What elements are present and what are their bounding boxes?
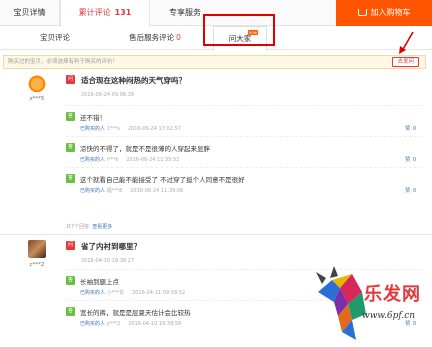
answerer-name: 小***花 — [106, 290, 125, 296]
answer-text: 还不错！ — [80, 114, 106, 122]
tab-item-details[interactable]: 宝贝详情 — [0, 0, 60, 26]
watermark-logo-text: 乐发网 — [364, 284, 421, 305]
answer-row: 答 这个就看自己能不能接受了 不过穿了挺个人同意不是很好 已购买的人 福***8… — [66, 167, 422, 197]
notice-text: 购买过的宝贝，必须选择有利于购买的评价！ — [8, 59, 119, 65]
answerer-tag: 已购买的人 — [80, 188, 106, 194]
useful-button[interactable]: 赞 0 — [405, 125, 416, 132]
answerer-tag: 已购买的人 — [80, 290, 106, 296]
answer-time: 2016-06-24 11:35:52 — [126, 157, 180, 163]
question-icon: 问 — [66, 241, 75, 250]
cart-icon — [357, 9, 367, 16]
useful-count: 0 — [412, 188, 416, 194]
asker-name: z***5 — [29, 96, 45, 102]
subtab-after-sales-count: 0 — [176, 33, 181, 42]
answer-meta: 已购买的人 y***2 2016-04-10 19:39:56 — [80, 320, 181, 327]
answerer-name: 1***s — [106, 126, 120, 132]
answer-meta: 已购买的人 小***花 2016-04-11 09:58:52 — [80, 289, 185, 296]
answer-text: 宽长的裤，就是是层夏天估计会比较热 — [80, 309, 191, 317]
answer-icon: 答 — [66, 143, 75, 152]
answer-time: 2016-06-24 11:39:06 — [130, 188, 184, 194]
tab-reviews-count: 131 — [114, 8, 132, 17]
answer-text: 凉快的不得了，就是不是很薄的人穿起来显胖 — [80, 145, 210, 153]
avatar — [28, 74, 46, 92]
answer-text: 这个就看自己能不能接受了 不过穿了挺个人同意不是很好 — [80, 176, 245, 184]
add-to-cart-button[interactable]: 加入购物车 — [336, 0, 432, 26]
add-to-cart-label: 加入购物车 — [370, 8, 411, 17]
highlight-box — [203, 14, 275, 46]
answer-row: 答 还不错！ 已购买的人 1***s 2016-06-24 17:02:57 赞… — [66, 105, 422, 135]
more-answers: 共7个回答 查看更多 — [66, 223, 112, 230]
question-divider — [0, 234, 432, 235]
answer-time: 2016-04-10 19:39:56 — [128, 321, 182, 327]
view-more-link[interactable]: 查看更多 — [92, 224, 112, 230]
answer-time: 2016-04-11 09:58:52 — [132, 290, 186, 296]
answer-icon: 答 — [66, 174, 75, 183]
answerer-name: y***2 — [106, 321, 121, 327]
answerer-tag: 已购买的人 — [80, 157, 106, 163]
avatar — [28, 240, 46, 258]
answerer-tag: 已购买的人 — [80, 126, 106, 132]
question-icon: 问 — [66, 75, 75, 84]
tab-reviews[interactable]: 累计评论 131 — [60, 0, 150, 27]
notice-bar: 购买过的宝贝，必须选择有利于购买的评价！ 去发问 — [3, 55, 426, 69]
answer-time: 2016-06-24 17:02:57 — [127, 126, 181, 132]
useful-button[interactable]: 赞 0 — [405, 156, 416, 163]
ask-question-button[interactable]: 去发问 — [392, 57, 419, 67]
answer-icon: 答 — [66, 307, 75, 316]
tab-reviews-label: 累计评论 — [78, 8, 111, 17]
answer-icon: 答 — [66, 276, 75, 285]
useful-count: 0 — [412, 126, 416, 132]
answerer-tag: 已购买的人 — [80, 321, 106, 327]
answer-meta: 已购买的人 i***k 2016-06-24 11:35:52 — [80, 156, 179, 163]
subtab-after-sales-label: 售后服务评论 — [129, 33, 175, 42]
question-title[interactable]: 省了内衬到哪里？ — [81, 241, 141, 252]
useful-button[interactable]: 赞 0 — [405, 187, 416, 194]
question-time: 2016-04-10 19:38:27 — [81, 258, 135, 264]
subtab-item-reviews[interactable]: 宝贝评论 — [25, 26, 85, 50]
answer-icon: 答 — [66, 112, 75, 121]
answerer-name: i***k — [106, 157, 119, 163]
question-time: 2016-06-24 09:06:39 — [81, 92, 135, 98]
answer-meta: 已购买的人 福***8 2016-06-24 11:39:06 — [80, 187, 183, 194]
useful-label: 赞 — [405, 126, 411, 132]
answer-text: 长袖到腿上点 — [80, 278, 119, 286]
question-title[interactable]: 适合现在这种闷热的天气穿吗？ — [81, 75, 186, 86]
answer-meta: 已购买的人 1***s 2016-06-24 17:02:57 — [80, 125, 181, 132]
asker-name: c***2 — [29, 262, 45, 268]
subtab-after-sales[interactable]: 售后服务评论 0 — [115, 26, 195, 50]
useful-label: 赞 — [405, 157, 411, 163]
answerer-name: 福***8 — [106, 188, 123, 194]
useful-label: 赞 — [405, 188, 411, 194]
watermark-url: www.6pf.cn — [362, 311, 416, 321]
annotation-arrow-icon — [399, 31, 414, 54]
useful-count: 0 — [412, 157, 416, 163]
answer-total: 共7个回答 — [66, 224, 90, 230]
answer-row: 答 凉快的不得了，就是不是很薄的人穿起来显胖 已购买的人 i***k 2016-… — [66, 136, 422, 166]
